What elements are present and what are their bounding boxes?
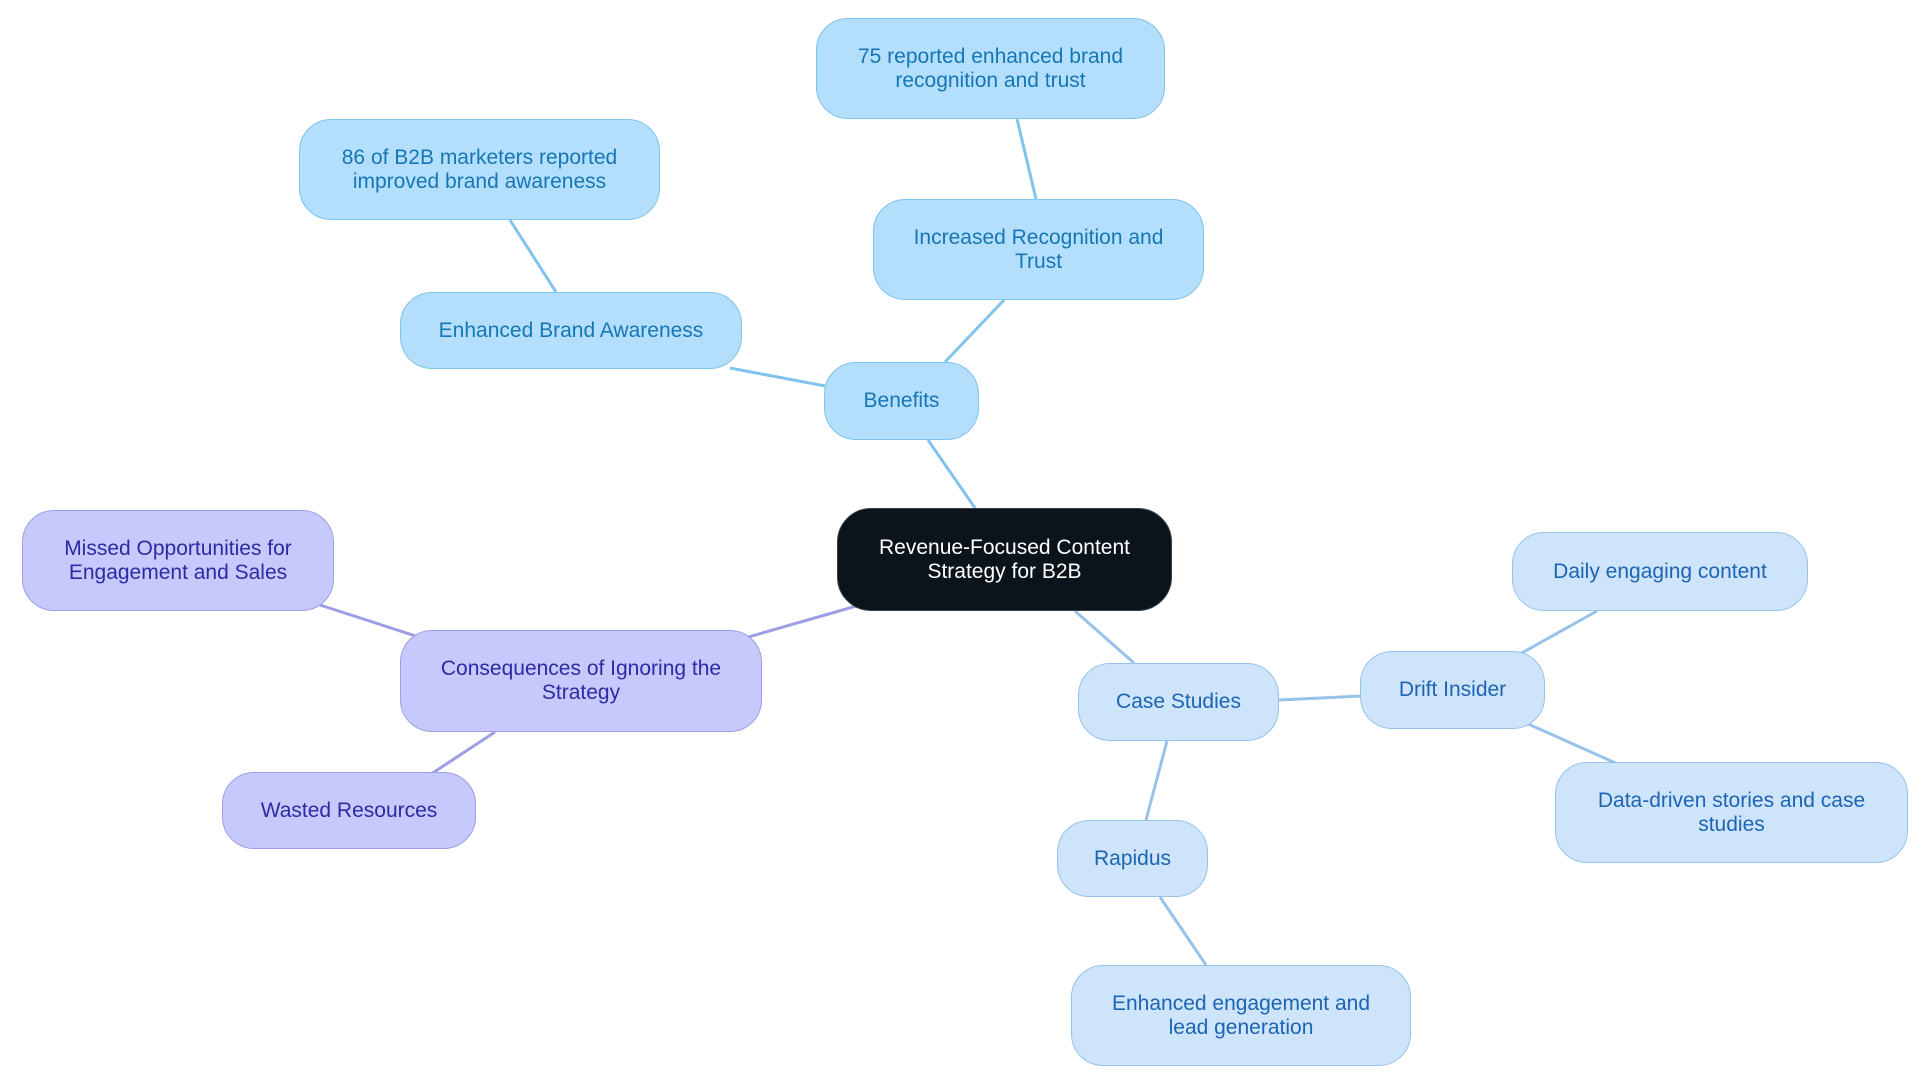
node-benefits[interactable]: Benefits bbox=[824, 362, 979, 440]
node-recognition-trust[interactable]: Increased Recognition and Trust bbox=[873, 199, 1204, 300]
edge-benefits-brand-awareness bbox=[729, 366, 837, 390]
node-case-studies[interactable]: Case Studies bbox=[1078, 663, 1279, 741]
edge-root-benefits bbox=[926, 439, 977, 509]
node-label: Daily engaging content bbox=[1553, 559, 1767, 583]
node-label: Enhanced Brand Awareness bbox=[438, 318, 704, 342]
node-consequences[interactable]: Consequences of Ignoring the Strategy bbox=[400, 630, 762, 732]
node-label: Increased Recognition and Trust bbox=[913, 225, 1164, 273]
node-stat-75[interactable]: 75 reported enhanced brand recognition a… bbox=[816, 18, 1165, 119]
edge-root-case-studies bbox=[1074, 609, 1135, 665]
node-label: Revenue-Focused Content Strategy for B2B bbox=[879, 535, 1130, 583]
node-label: Drift Insider bbox=[1398, 678, 1507, 701]
node-daily-engaging-content[interactable]: Daily engaging content bbox=[1512, 532, 1808, 611]
edge-recognition-stat-75 bbox=[1015, 118, 1038, 200]
edge-drift-daily bbox=[1519, 609, 1598, 656]
node-label: Benefits bbox=[863, 389, 940, 412]
node-label: Data-driven stories and case studies bbox=[1597, 788, 1866, 836]
node-stat-86[interactable]: 86 of B2B marketers reported improved br… bbox=[299, 119, 660, 220]
edge-consequences-missed bbox=[319, 603, 429, 642]
node-brand-awareness[interactable]: Enhanced Brand Awareness bbox=[400, 292, 742, 369]
node-label: Consequences of Ignoring the Strategy bbox=[440, 657, 722, 704]
edge-root-consequences bbox=[744, 603, 861, 640]
node-label: 86 of B2B marketers reported improved br… bbox=[341, 145, 618, 193]
edge-benefits-recognition bbox=[943, 298, 1006, 364]
edge-rapidus-engagement bbox=[1158, 896, 1208, 966]
node-label: Case Studies bbox=[1116, 690, 1241, 713]
node-rapidus[interactable]: Rapidus bbox=[1057, 820, 1208, 897]
node-root[interactable]: Revenue-Focused Content Strategy for B2B bbox=[837, 508, 1172, 611]
node-label: Wasted Resources bbox=[260, 798, 438, 822]
node-label: Enhanced engagement and lead generation bbox=[1111, 991, 1371, 1039]
edge-brand-awareness-stat-86 bbox=[508, 219, 558, 293]
node-missed-opportunities[interactable]: Missed Opportunities for Engagement and … bbox=[22, 510, 334, 611]
node-label: Missed Opportunities for Engagement and … bbox=[64, 536, 292, 584]
edge-drift-data-driven bbox=[1525, 721, 1621, 767]
node-drift-insider[interactable]: Drift Insider bbox=[1360, 651, 1545, 729]
node-label: 75 reported enhanced brand recognition a… bbox=[857, 44, 1124, 92]
node-wasted-resources[interactable]: Wasted Resources bbox=[222, 772, 476, 849]
node-label: Rapidus bbox=[1093, 846, 1172, 870]
node-enhanced-engagement[interactable]: Enhanced engagement and lead generation bbox=[1071, 965, 1411, 1066]
node-data-driven-stories[interactable]: Data-driven stories and case studies bbox=[1555, 762, 1908, 863]
edge-case-studies-rapidus bbox=[1144, 740, 1169, 821]
edge-case-studies-drift bbox=[1278, 694, 1363, 702]
